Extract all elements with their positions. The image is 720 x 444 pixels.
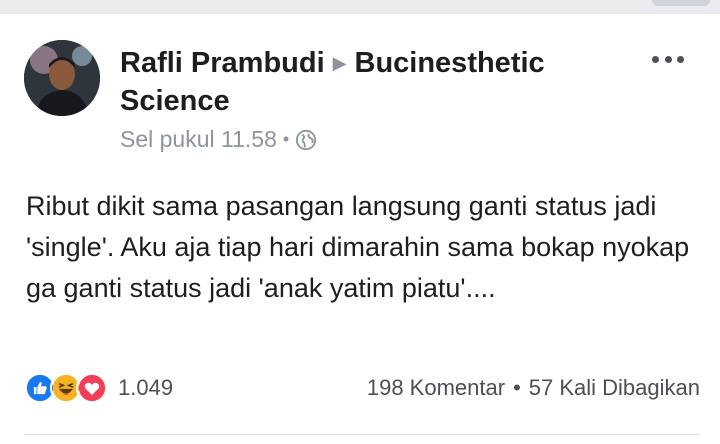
meta-separator: • [282,129,290,149]
reactions-summary[interactable]: 1.049 [24,372,173,404]
globe-icon[interactable] [295,129,317,151]
divider [24,434,700,435]
top-handle [652,0,710,6]
timestamp[interactable]: Sel pukul 11.58 [120,126,277,153]
author-name[interactable]: Rafli Prambudi [120,47,325,79]
post-meta: Sel pukul 11.58 • [120,126,317,153]
comments-count[interactable]: 198 Komentar [367,375,505,401]
post-message: Ribut dikit sama pasangan langsung ganti… [26,191,690,303]
post-card: Rafli Prambudi ▶ Bucinesthetic Science Sel… [0,14,720,444]
post-header: Rafli Prambudi ▶ Bucinesthetic Science [120,44,640,120]
top-strip [0,0,720,14]
avatar[interactable] [24,40,100,116]
post-footer: 1.049 198 Komentar • 57 Kali Dibagikan [24,370,700,406]
reaction-count: 1.049 [118,375,174,400]
love-icon [76,372,108,404]
footer-separator: • [513,375,521,400]
arrow-right-icon: ▶ [332,53,347,73]
shares-count[interactable]: 57 Kali Dibagikan [529,375,700,401]
engagement-counts: 198 Komentar • 57 Kali Dibagikan [367,375,700,401]
more-options-icon[interactable] [652,54,684,64]
